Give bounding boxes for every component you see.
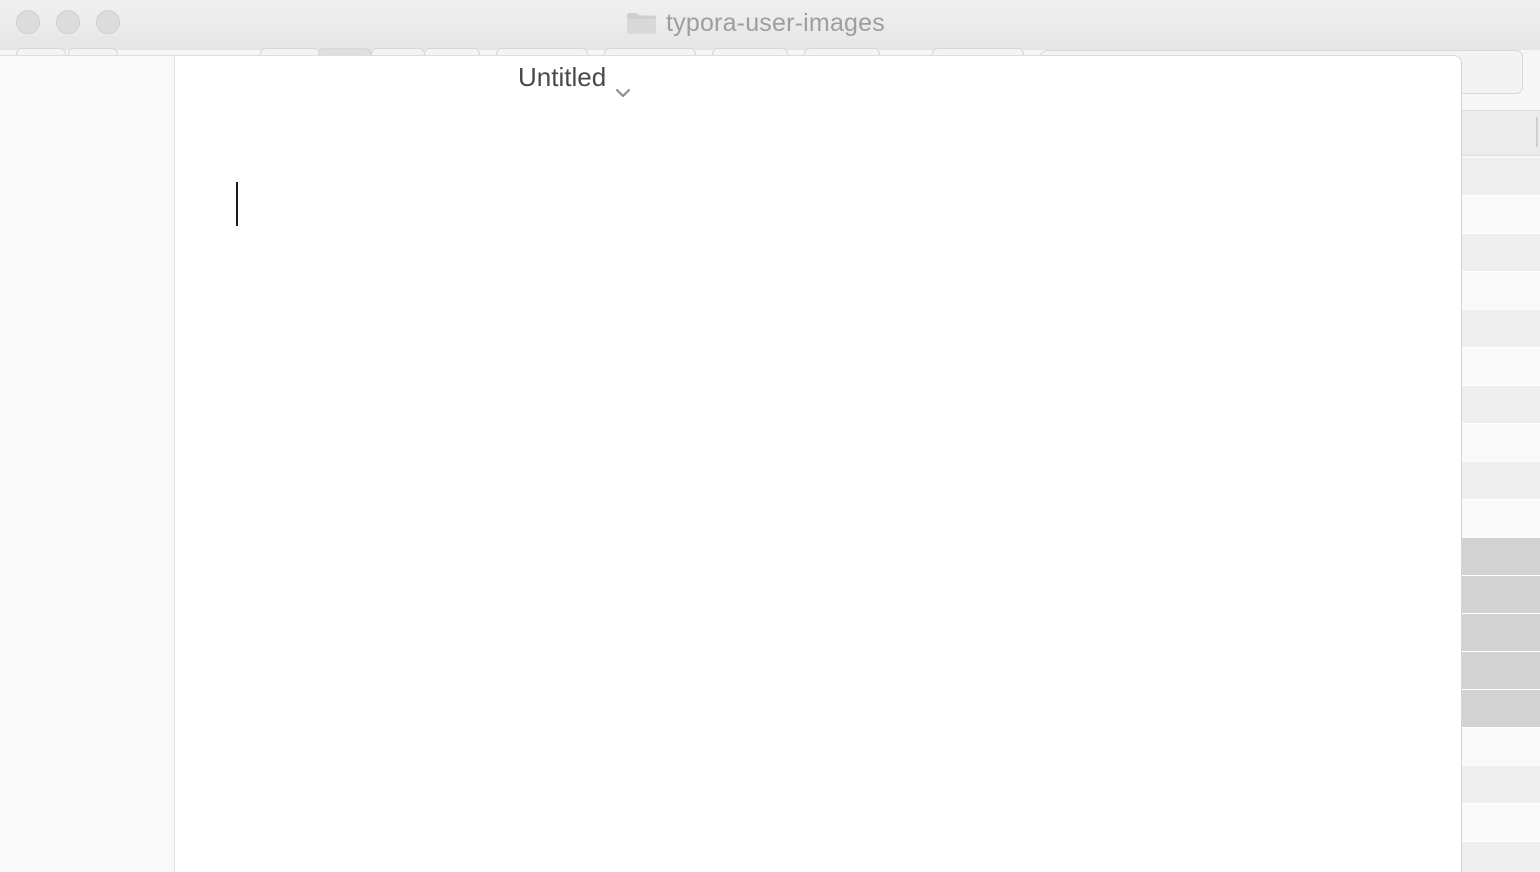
- list-item[interactable]: [1460, 500, 1540, 538]
- folder-icon: [626, 11, 657, 35]
- list-item[interactable]: [1460, 766, 1540, 804]
- finder-column-header[interactable]: [1460, 110, 1540, 156]
- list-item[interactable]: [1460, 310, 1540, 348]
- text-cursor: [236, 182, 238, 226]
- list-item-selected[interactable]: [1460, 576, 1540, 614]
- list-item[interactable]: [1460, 158, 1540, 196]
- list-item[interactable]: [1460, 348, 1540, 386]
- list-item[interactable]: [1460, 462, 1540, 500]
- list-item[interactable]: [1460, 842, 1540, 872]
- zoom-window-button[interactable]: [96, 10, 120, 34]
- list-item-selected[interactable]: [1460, 614, 1540, 652]
- finder-titlebar: typora-user-images: [0, 0, 1540, 50]
- chevron-down-icon[interactable]: [615, 74, 631, 97]
- list-item[interactable]: [1460, 196, 1540, 234]
- list-item-selected[interactable]: [1460, 538, 1540, 576]
- typora-sidebar[interactable]: [0, 56, 175, 872]
- typora-titlebar: Untitled: [176, 56, 1461, 102]
- finder-file-list: [1460, 158, 1540, 872]
- screen: typora-user-images Untitled: [0, 0, 1540, 872]
- column-divider[interactable]: [1536, 117, 1538, 147]
- list-item-selected[interactable]: [1460, 652, 1540, 690]
- finder-window-title: typora-user-images: [626, 8, 885, 38]
- list-item[interactable]: [1460, 804, 1540, 842]
- list-item[interactable]: [1460, 728, 1540, 766]
- list-item[interactable]: [1460, 272, 1540, 310]
- document-title-menu[interactable]: Untitled: [518, 62, 631, 97]
- minimize-window-button[interactable]: [56, 10, 80, 34]
- list-item[interactable]: [1460, 424, 1540, 462]
- document-title[interactable]: Untitled: [518, 62, 606, 93]
- list-item[interactable]: [1460, 386, 1540, 424]
- list-item-selected[interactable]: [1460, 690, 1540, 728]
- close-window-button[interactable]: [16, 10, 40, 34]
- finder-title-text: typora-user-images: [666, 8, 885, 37]
- editor-area[interactable]: [176, 102, 1461, 872]
- list-item[interactable]: [1460, 234, 1540, 272]
- typora-window: Untitled: [0, 56, 1461, 872]
